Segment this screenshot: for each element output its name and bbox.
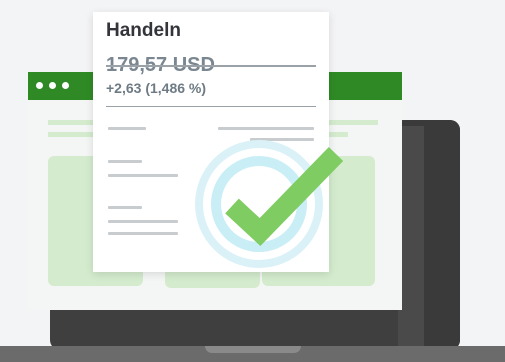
price-change: +2,63 (1,486 %): [106, 80, 207, 96]
window-dot-icon: [36, 82, 43, 89]
placeholder-line: [108, 206, 142, 209]
window-dot-icon: [62, 82, 69, 89]
laptop-base-notch: [205, 346, 301, 353]
placeholder-line: [108, 127, 146, 130]
card-title: Handeln: [106, 20, 181, 41]
window-dot-icon: [49, 82, 56, 89]
price-strike-line: [106, 65, 316, 67]
placeholder-line: [108, 174, 178, 177]
placeholder-line: [218, 127, 314, 130]
placeholder-line: [108, 160, 142, 163]
card-divider: [106, 106, 316, 107]
placeholder-line: [108, 220, 178, 223]
placeholder-line: [108, 232, 178, 235]
checkmark-icon: [225, 147, 344, 246]
